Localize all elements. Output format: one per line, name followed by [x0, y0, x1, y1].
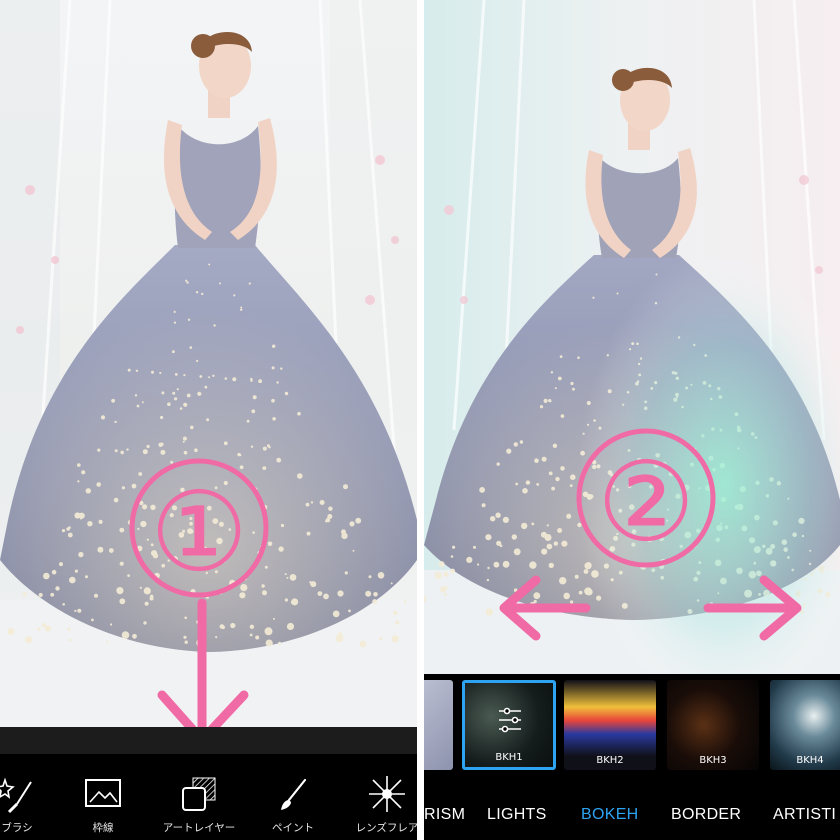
tool-label: 枠線: [92, 822, 114, 834]
tool-frame[interactable]: 枠線: [58, 754, 148, 840]
brush-sparkle-icon: [0, 777, 32, 814]
filter-thumb-bkh3[interactable]: BKH3: [667, 680, 759, 770]
filter-thumb-label: BKH2: [596, 755, 624, 766]
paintbrush-icon: [281, 778, 307, 810]
comparison-screenshot: ① ブラシ 枠線 アートレイヤー ペイント レンズフレア ② BKH1 BKH2…: [0, 0, 840, 840]
filter-panel: BKH1 BKH2 BKH3 BKH4 RISM LIGHTS BOKEH BO…: [424, 674, 840, 840]
category-tab-border[interactable]: BORDER: [671, 806, 741, 824]
filter-thumb-bkh4[interactable]: BKH4: [770, 680, 840, 770]
filter-thumb-partial[interactable]: [424, 680, 453, 770]
category-tab-rism[interactable]: RISM: [424, 806, 465, 824]
annotation-2-overlay: ②: [499, 428, 802, 641]
tool-label: ペイント: [272, 822, 314, 834]
bottom-toolbar: ブラシ 枠線 アートレイヤー ペイント レンズフレア: [0, 754, 417, 840]
category-tab-lights[interactable]: LIGHTS: [487, 806, 547, 824]
filter-thumb-label: BKH3: [699, 755, 727, 766]
annotation-1-marker: ①: [150, 468, 249, 596]
tool-paint[interactable]: ペイント: [248, 754, 338, 840]
category-tab-bokeh[interactable]: BOKEH: [581, 806, 639, 824]
tool-label: ブラシ: [1, 822, 33, 834]
tool-lens-flare[interactable]: レンズフレア: [342, 754, 417, 840]
annotation-1-overlay: ①: [129, 458, 269, 745]
toolbar-top-strip: [0, 727, 417, 754]
filter-thumb-bkh1[interactable]: BKH1: [462, 680, 556, 770]
filter-thumb-bkh2[interactable]: BKH2: [564, 680, 656, 770]
tool-label: レンズフレア: [355, 822, 417, 834]
right-editor-panel: ② BKH1 BKH2 BKH3 BKH4 RISM LIGHTS BOKEH …: [424, 0, 840, 840]
frame-picture-icon: [85, 779, 121, 807]
lens-flare-icon: [369, 776, 405, 812]
left-editor-panel: ① ブラシ 枠線 アートレイヤー ペイント レンズフレア: [0, 0, 417, 840]
tool-label: アートレイヤー: [162, 822, 236, 834]
tool-brush[interactable]: ブラシ: [0, 754, 62, 840]
filter-thumb-label: BKH4: [796, 755, 824, 766]
category-tab-artistic[interactable]: ARTISTI: [773, 806, 836, 824]
art-layer-icon: [182, 777, 216, 811]
tool-art-layer[interactable]: アートレイヤー: [154, 754, 244, 840]
annotation-2-marker: ②: [597, 438, 696, 566]
filter-thumb-label: BKH1: [495, 752, 523, 763]
